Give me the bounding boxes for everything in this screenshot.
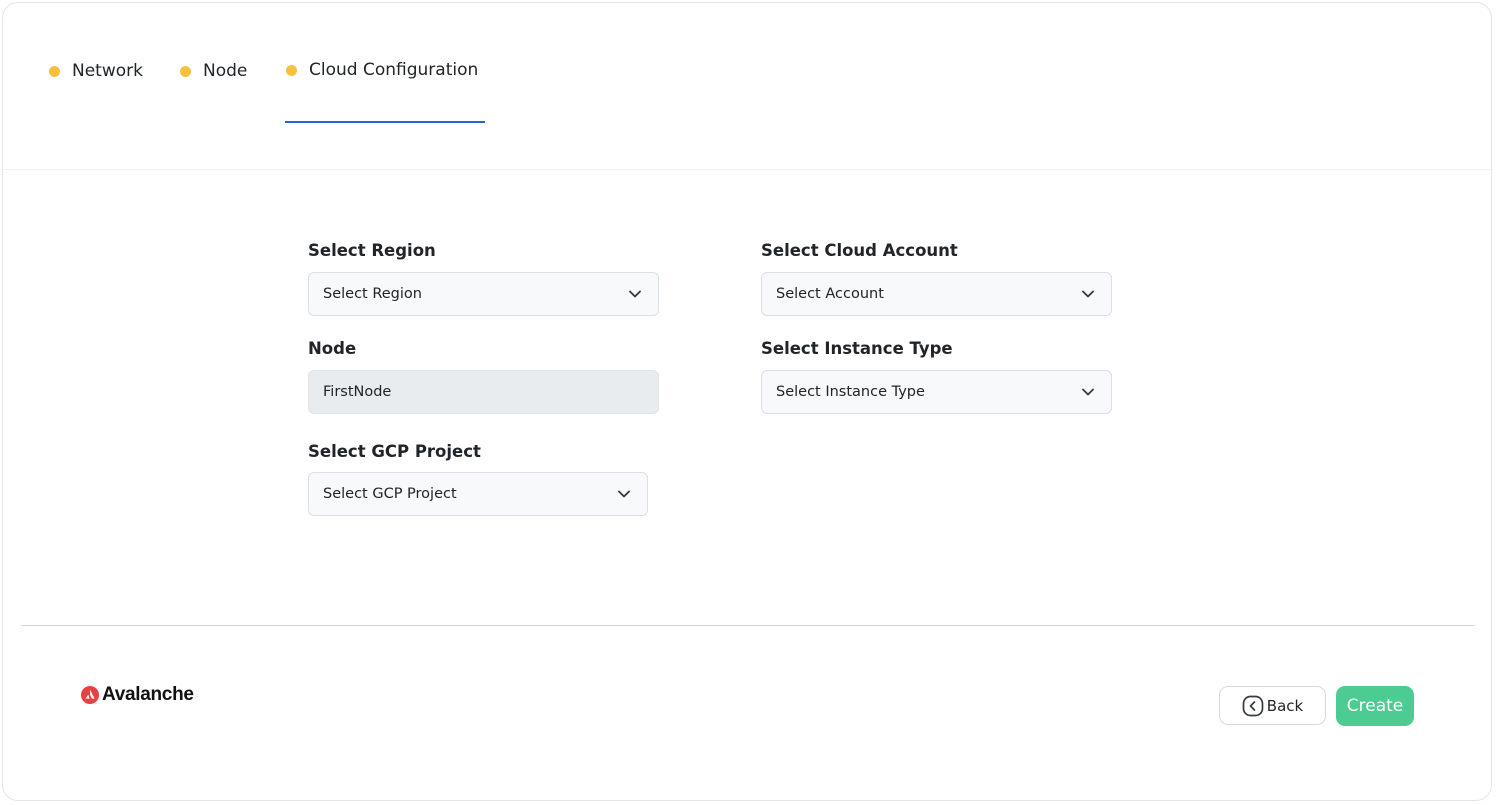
chevron-down-icon: [1082, 290, 1094, 298]
chevron-down-icon: [1082, 388, 1094, 396]
instance-type-select-value: Select Instance Type: [776, 384, 925, 400]
region-label: Select Region: [308, 241, 436, 260]
step-status-dot: [286, 64, 297, 76]
active-tab-indicator: [285, 121, 485, 123]
tab-network[interactable]: Network: [49, 59, 143, 83]
step-tabs: Network Node Cloud Configuration: [3, 3, 1493, 170]
tab-label: Network: [72, 61, 143, 81]
step-status-dot: [49, 65, 60, 77]
tab-label: Node: [203, 61, 248, 81]
create-button[interactable]: Create: [1336, 686, 1414, 726]
wizard-card: Network Node Cloud Configuration Select …: [2, 2, 1493, 801]
tab-label: Cloud Configuration: [309, 60, 479, 80]
gcp-project-select[interactable]: Select GCP Project: [308, 472, 648, 516]
gcp-project-select-value: Select GCP Project: [323, 486, 457, 502]
footer-divider: [21, 625, 1475, 626]
create-button-label: Create: [1346, 696, 1404, 716]
tab-cloud-configuration[interactable]: Cloud Configuration: [286, 58, 478, 82]
back-button[interactable]: Back: [1219, 686, 1326, 725]
instance-type-label: Select Instance Type: [761, 339, 953, 358]
node-label: Node: [308, 339, 357, 358]
node-name-value: FirstNode: [323, 384, 392, 400]
cloud-account-select[interactable]: Select Account: [761, 272, 1112, 316]
brand-name: Avalanche: [102, 684, 194, 705]
chevron-down-icon: [629, 290, 641, 298]
tab-node[interactable]: Node: [180, 59, 247, 83]
node-name-field: FirstNode: [308, 370, 659, 414]
gcp-project-label: Select GCP Project: [308, 442, 481, 461]
step-status-dot: [180, 65, 191, 77]
chevron-down-icon: [618, 490, 630, 498]
avalanche-logo-icon: [81, 686, 99, 704]
back-button-label: Back: [1266, 696, 1304, 715]
region-select[interactable]: Select Region: [308, 272, 659, 316]
region-select-value: Select Region: [323, 286, 422, 302]
back-circle-icon: [1242, 695, 1264, 716]
brand-logo: Avalanche: [81, 683, 194, 707]
cloud-account-label: Select Cloud Account: [761, 241, 958, 260]
instance-type-select[interactable]: Select Instance Type: [761, 370, 1112, 414]
cloud-account-select-value: Select Account: [776, 286, 884, 302]
